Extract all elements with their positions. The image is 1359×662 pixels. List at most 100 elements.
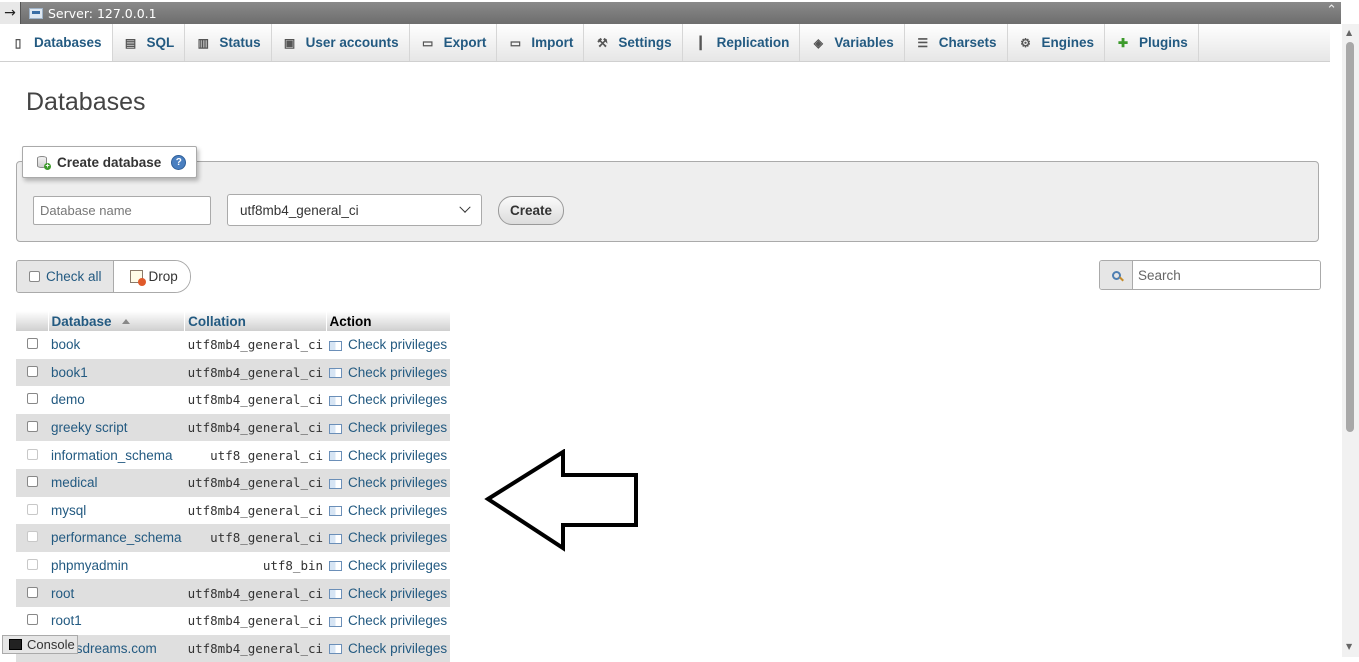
- check-privileges-link[interactable]: Check privileges: [326, 551, 451, 580]
- console-toggle[interactable]: Console: [2, 635, 78, 654]
- tab-import[interactable]: ▭ Import: [497, 24, 585, 61]
- navigation-toggle-icon[interactable]: →: [0, 2, 21, 24]
- table-row: phpmyadmin utf8_bin Check privileges: [16, 551, 451, 580]
- row-checkbox[interactable]: [26, 614, 38, 626]
- annotation-arrow: [484, 449, 638, 552]
- privileges-icon: [329, 561, 343, 572]
- check-privileges-label: Check privileges: [348, 392, 448, 408]
- check-privileges-link[interactable]: Check privileges: [326, 358, 451, 387]
- check-privileges-link[interactable]: Check privileges: [326, 579, 451, 607]
- tab-export[interactable]: ▭ Export: [410, 24, 498, 61]
- privileges-icon: [329, 478, 343, 489]
- charsets-icon: ☰: [917, 35, 929, 50]
- row-checkbox[interactable]: [26, 393, 38, 405]
- collation-select[interactable]: utf8mb4_general_ci: [227, 194, 482, 226]
- tab-label: Export: [443, 35, 487, 50]
- console-icon: [9, 639, 22, 650]
- check-all-checkbox[interactable]: [29, 271, 40, 282]
- check-all-button[interactable]: Check all: [17, 261, 114, 292]
- create-database-label: Create database: [57, 154, 162, 170]
- row-checkbox[interactable]: [26, 338, 38, 350]
- row-checkbox[interactable]: [26, 476, 38, 488]
- database-name-link[interactable]: phpmyadmin: [48, 551, 185, 580]
- sort-by-database-link[interactable]: Database: [52, 314, 112, 329]
- header-collation[interactable]: Collation: [184, 311, 327, 331]
- check-privileges-link[interactable]: Check privileges: [326, 606, 451, 635]
- page-scrollbar[interactable]: ▲ ▼: [1342, 24, 1359, 657]
- tab-replication[interactable]: ┃ Replication: [683, 24, 801, 61]
- collation-cell: utf8mb4_general_ci: [184, 579, 327, 607]
- sort-by-collation-link[interactable]: Collation: [188, 314, 246, 329]
- check-privileges-link[interactable]: Check privileges: [326, 331, 451, 359]
- check-privileges-link[interactable]: Check privileges: [326, 524, 451, 552]
- create-database-legend: + Create database ?: [22, 146, 198, 178]
- privileges-icon: [329, 340, 343, 351]
- tab-databases[interactable]: ▯ Databases: [0, 24, 113, 61]
- check-privileges-label: Check privileges: [348, 530, 448, 546]
- header-checkbox-col: [16, 311, 49, 331]
- check-privileges-label: Check privileges: [348, 447, 448, 463]
- database-name-link[interactable]: root: [48, 579, 185, 607]
- engines-icon: ⚙: [1020, 35, 1031, 50]
- check-privileges-link[interactable]: Check privileges: [326, 386, 451, 414]
- drop-button[interactable]: Drop: [113, 261, 190, 292]
- database-name-link[interactable]: root1: [48, 606, 185, 635]
- check-privileges-link[interactable]: Check privileges: [326, 468, 451, 497]
- database-name-link[interactable]: book: [48, 331, 185, 359]
- tab-sql[interactable]: ▤ SQL: [113, 24, 186, 61]
- row-checkbox[interactable]: [26, 586, 38, 598]
- check-privileges-link[interactable]: Check privileges: [326, 441, 451, 469]
- check-privileges-link[interactable]: Check privileges: [326, 413, 451, 442]
- drop-icon: [129, 270, 146, 286]
- scroll-down-icon[interactable]: ▼: [1346, 642, 1352, 651]
- table-row: ciousdreams.com utf8mb4_general_ci Check p…: [16, 634, 451, 662]
- tab-engines[interactable]: ⚙ Engines: [1008, 24, 1106, 61]
- collapse-icon[interactable]: ⌃: [1326, 3, 1337, 18]
- tab-label: Plugins: [1139, 35, 1188, 50]
- scrollbar-thumb[interactable]: [1346, 42, 1354, 432]
- database-name-link[interactable]: mysql: [48, 496, 185, 525]
- row-checkbox-cell: [16, 551, 48, 580]
- privileges-icon: [329, 423, 343, 434]
- privileges-icon: [329, 589, 343, 600]
- tab-settings[interactable]: ⚒ Settings: [584, 24, 683, 61]
- tab-label: Engines: [1041, 35, 1095, 50]
- table-row: book utf8mb4_general_ci Check privileges: [16, 331, 451, 359]
- tab-label: Replication: [716, 35, 790, 50]
- row-checkbox[interactable]: [26, 365, 38, 377]
- help-icon[interactable]: ?: [171, 154, 187, 170]
- database-name-link[interactable]: demo: [48, 386, 185, 414]
- row-checkbox: [26, 448, 38, 460]
- collation-cell: utf8mb4_general_ci: [184, 496, 327, 525]
- check-privileges-link[interactable]: Check privileges: [326, 496, 451, 525]
- collation-cell: utf8mb4_general_ci: [184, 634, 327, 662]
- database-name-link[interactable]: performance_schema: [48, 524, 185, 552]
- check-privileges-link[interactable]: Check privileges: [326, 634, 451, 662]
- scroll-up-icon[interactable]: ▲: [1346, 28, 1352, 37]
- create-button[interactable]: Create: [498, 196, 564, 225]
- database-name-link[interactable]: book1: [48, 358, 185, 387]
- tab-variables[interactable]: ◈ Variables: [800, 24, 905, 61]
- database-name-link[interactable]: greeky script: [48, 413, 185, 442]
- tab-user-accounts[interactable]: ▣ User accounts: [272, 24, 410, 61]
- search-input[interactable]: [1133, 261, 1320, 289]
- tab-plugins[interactable]: ✚ Plugins: [1105, 24, 1199, 61]
- create-database-fieldset: [16, 161, 1319, 242]
- table-row: demo utf8mb4_general_ci Check privileges: [16, 386, 451, 414]
- tab-label: User accounts: [305, 35, 399, 50]
- tab-status[interactable]: ▥ Status: [185, 24, 272, 61]
- database-name-input[interactable]: [33, 196, 211, 225]
- row-checkbox-cell: [16, 524, 48, 552]
- header-database[interactable]: Database: [48, 311, 186, 331]
- database-name-link[interactable]: medical: [48, 468, 185, 497]
- row-checkbox: [26, 503, 38, 515]
- row-checkbox[interactable]: [26, 421, 38, 433]
- privileges-icon: [329, 395, 343, 406]
- server-label[interactable]: Server: 127.0.0.1: [48, 6, 157, 21]
- row-checkbox-cell: [16, 413, 48, 442]
- row-checkbox-cell: [16, 606, 48, 635]
- tab-label: Charsets: [938, 35, 997, 50]
- tab-charsets[interactable]: ☰ Charsets: [905, 24, 1008, 61]
- create-database-icon: +: [37, 156, 51, 170]
- database-name-link[interactable]: information_schema: [48, 441, 185, 469]
